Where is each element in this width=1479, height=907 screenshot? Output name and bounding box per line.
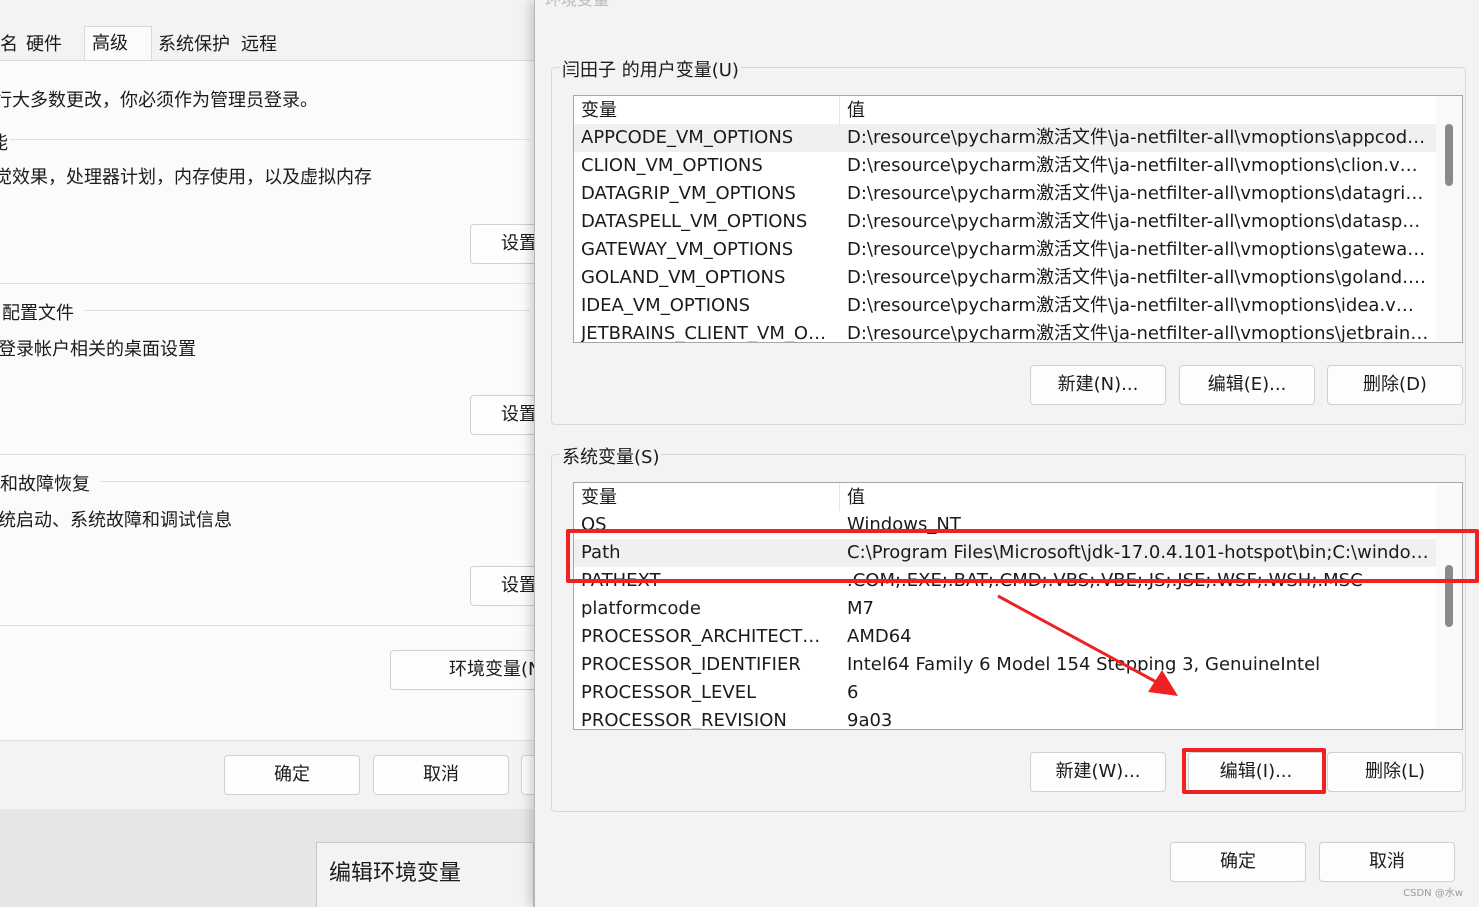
watermark: CSDN @水w: [1403, 888, 1463, 899]
annotation-arrow-icon: [997, 594, 1178, 696]
